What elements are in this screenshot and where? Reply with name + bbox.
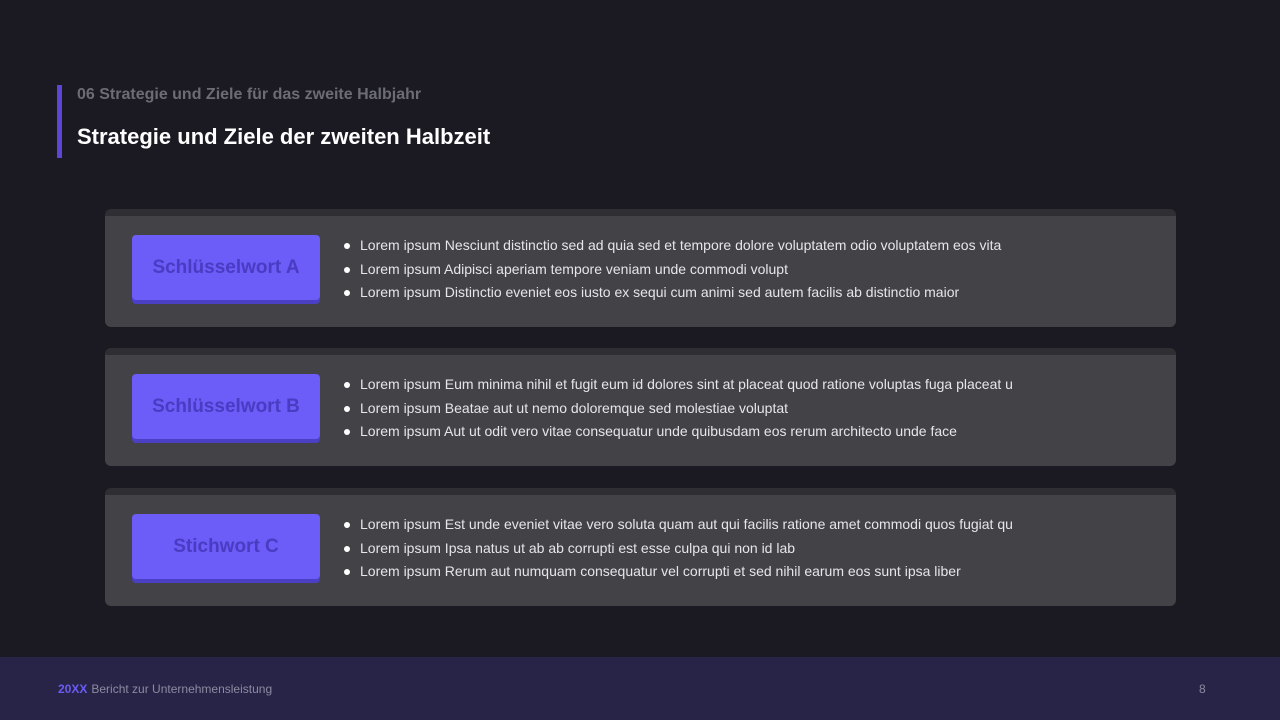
keyword-button-a[interactable]: Schlüsselwort A — [132, 235, 320, 300]
header-block: 06 Strategie und Ziele für das zweite Ha… — [57, 85, 490, 158]
bullet-item: Lorem ipsum Rerum aut numquam consequatu… — [344, 560, 1013, 584]
bullet-item: Lorem ipsum Distinctio eveniet eos iusto… — [344, 281, 1001, 305]
footer-text: Bericht zur Unternehmensleistung — [91, 682, 273, 696]
bullet-item: Lorem ipsum Eum minima nihil et fugit eu… — [344, 373, 1013, 397]
bullet-list: Lorem ipsum Eum minima nihil et fugit eu… — [344, 373, 1013, 444]
bullet-list: Lorem ipsum Nesciunt distinctio sed ad q… — [344, 234, 1001, 305]
bullet-item: Lorem ipsum Beatae aut ut nemo doloremqu… — [344, 397, 1013, 421]
keyword-card-a: Schlüsselwort A Lorem ipsum Nesciunt dis… — [105, 209, 1176, 327]
bullet-item: Lorem ipsum Aut ut odit vero vitae conse… — [344, 420, 1013, 444]
keyword-card-b: Schlüsselwort B Lorem ipsum Eum minima n… — [105, 348, 1176, 466]
keyword-button-c[interactable]: Stichwort C — [132, 514, 320, 579]
footer-caption: 20XX Bericht zur Unternehmensleistung — [58, 681, 272, 697]
bullet-item: Lorem ipsum Est unde eveniet vitae vero … — [344, 513, 1013, 537]
keyword-card-c: Stichwort C Lorem ipsum Est unde eveniet… — [105, 488, 1176, 606]
footer-year: 20XX — [58, 682, 88, 696]
page-title: Strategie und Ziele der zweiten Halbzeit — [77, 124, 491, 149]
section-subtitle: 06 Strategie und Ziele für das zweite Ha… — [77, 86, 422, 103]
keyword-button-b[interactable]: Schlüsselwort B — [132, 374, 320, 439]
bullet-item: Lorem ipsum Nesciunt distinctio sed ad q… — [344, 234, 1001, 258]
page-number: 8 — [1199, 682, 1206, 696]
bullet-list: Lorem ipsum Est unde eveniet vitae vero … — [344, 513, 1013, 584]
slide: 06 Strategie und Ziele für das zweite Ha… — [0, 0, 1280, 720]
bullet-item: Lorem ipsum Ipsa natus ut ab ab corrupti… — [344, 537, 1013, 561]
footer-bar: 20XX Bericht zur Unternehmensleistung 8 — [0, 657, 1280, 720]
bullet-item: Lorem ipsum Adipisci aperiam tempore ven… — [344, 258, 1001, 282]
